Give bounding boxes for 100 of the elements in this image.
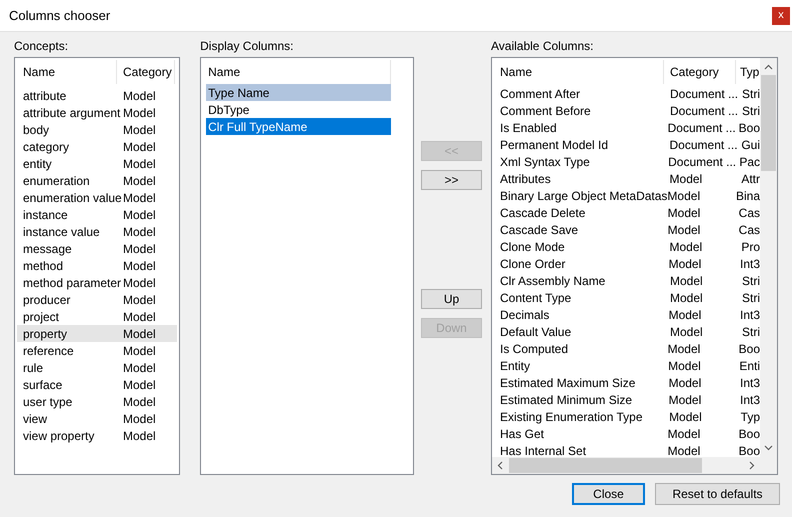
row-text: Comment After [500, 86, 582, 102]
list-row[interactable]: project Model [17, 308, 177, 325]
row-text: Model [123, 428, 156, 444]
row-text: rule [23, 360, 44, 376]
column-header[interactable]: Category [117, 60, 175, 84]
move-button[interactable]: >> [421, 170, 482, 190]
row-text: Cas [738, 204, 760, 222]
list-row[interactable]: view property Model [17, 427, 177, 444]
scroll-thumb[interactable] [761, 75, 776, 171]
scroll-thumb[interactable] [509, 458, 702, 473]
row-text: Is Computed [500, 340, 570, 358]
row-text: body [23, 122, 50, 138]
row-text: Cascade Save [500, 222, 580, 238]
row-text: view [23, 410, 48, 428]
row-text: Model [123, 88, 156, 104]
row-text: Model [123, 122, 156, 138]
row-text: Decimals [500, 306, 550, 324]
row-text: Model [668, 306, 702, 324]
list-row[interactable]: body Model [17, 121, 177, 138]
row-text: Model [668, 204, 702, 222]
horizontal-scrollbar[interactable] [492, 457, 760, 474]
row-text: Is Enabled [500, 120, 558, 136]
row-text: Stri [742, 86, 760, 102]
row-text: Entity [500, 358, 532, 374]
list-row[interactable]: category Model [17, 138, 177, 155]
column-header[interactable]: Typ [736, 60, 760, 84]
row-text: Bina [736, 188, 760, 204]
vertical-scrollbar[interactable] [760, 58, 777, 457]
row-text: Clone Mode [500, 238, 566, 256]
row-text: Model [123, 292, 156, 308]
concepts-label: Concepts: [14, 39, 70, 54]
row-text: Model [669, 408, 703, 426]
row-text: Model [123, 206, 156, 224]
row-text: Model [670, 272, 704, 290]
scroll-left-icon[interactable] [497, 461, 503, 470]
row-text: reference [23, 342, 75, 360]
row-text: Comment Before [500, 102, 592, 120]
list-row[interactable]: attribute Model [17, 87, 177, 104]
row-text: Cas [738, 222, 760, 238]
row-text: Model [670, 290, 704, 306]
row-text: Model [123, 138, 156, 156]
list-row[interactable]: enumeration Model [17, 172, 177, 189]
list-row[interactable]: reference Model [17, 342, 177, 359]
row-text: Model [123, 156, 156, 172]
row-text: Pro [741, 238, 760, 256]
list-row[interactable]: instance Model [17, 206, 177, 223]
dialog-button[interactable]: Close [572, 483, 645, 505]
list-row[interactable]: property Model [17, 325, 177, 342]
row-text: Model [123, 274, 156, 292]
row-text: Clr Assembly Name [500, 272, 606, 290]
column-header[interactable]: Category [664, 60, 736, 84]
row-text: Stri [742, 324, 760, 340]
row-text: Document ... [668, 154, 738, 170]
list-row[interactable]: message Model [17, 240, 177, 257]
list-row[interactable]: DbType [206, 101, 392, 118]
list-row[interactable]: method Model [17, 257, 177, 274]
row-text: Model [668, 358, 702, 374]
row-text: Model [668, 256, 702, 272]
scroll-down-icon[interactable] [764, 445, 773, 451]
scroll-right-icon[interactable] [749, 461, 755, 470]
row-text: Boo [738, 340, 760, 358]
list-row[interactable]: method parameter Model [17, 274, 177, 291]
column-header[interactable]: Name [494, 60, 664, 84]
list-row[interactable]: instance value Model [17, 223, 177, 240]
list-row[interactable]: Type Name [206, 84, 392, 101]
list-row[interactable]: producer Model [17, 291, 177, 308]
row-text: Int3 [740, 306, 760, 324]
row-text: Boo [738, 120, 760, 136]
row-text: Model [123, 410, 156, 428]
row-text: message [23, 240, 73, 258]
row-text: Model [123, 342, 156, 360]
row-text: entity [23, 156, 53, 172]
row-text: Model [668, 392, 702, 408]
row-text: Has Internal Set [500, 442, 588, 457]
dialog-button[interactable]: Reset to defaults [655, 483, 780, 505]
row-text: Stri [742, 102, 760, 120]
list-row[interactable]: user type Model [17, 393, 177, 410]
row-text: property [23, 326, 68, 342]
row-text: Xml Syntax Type [500, 154, 591, 170]
row-text: Model [123, 172, 156, 190]
list-row[interactable]: view Model [17, 410, 177, 427]
list-row[interactable]: enumeration value Model [17, 189, 177, 206]
scroll-up-icon[interactable] [764, 64, 773, 70]
window-title: Columns chooser [9, 6, 110, 25]
move-button[interactable]: Up [421, 289, 482, 309]
row-text: Model [123, 326, 156, 342]
row-text: Attr [741, 170, 760, 188]
row-text: instance value [23, 224, 101, 240]
list-row[interactable]: entity Model [17, 155, 177, 172]
list-row[interactable]: attribute argument Model [17, 104, 177, 121]
list-row[interactable]: Clr Full TypeName [206, 118, 392, 135]
row-text: surface [23, 376, 64, 394]
row-text: Stri [742, 290, 760, 306]
list-row[interactable]: rule Model [17, 359, 177, 376]
row-text: Document ... [670, 102, 740, 120]
row-text: Estimated Maximum Size [500, 374, 636, 392]
row-text: Model [123, 240, 156, 258]
list-row[interactable]: surface Model [17, 376, 177, 393]
column-header[interactable]: Name [23, 60, 117, 84]
window-close-button[interactable]: x [772, 6, 790, 24]
